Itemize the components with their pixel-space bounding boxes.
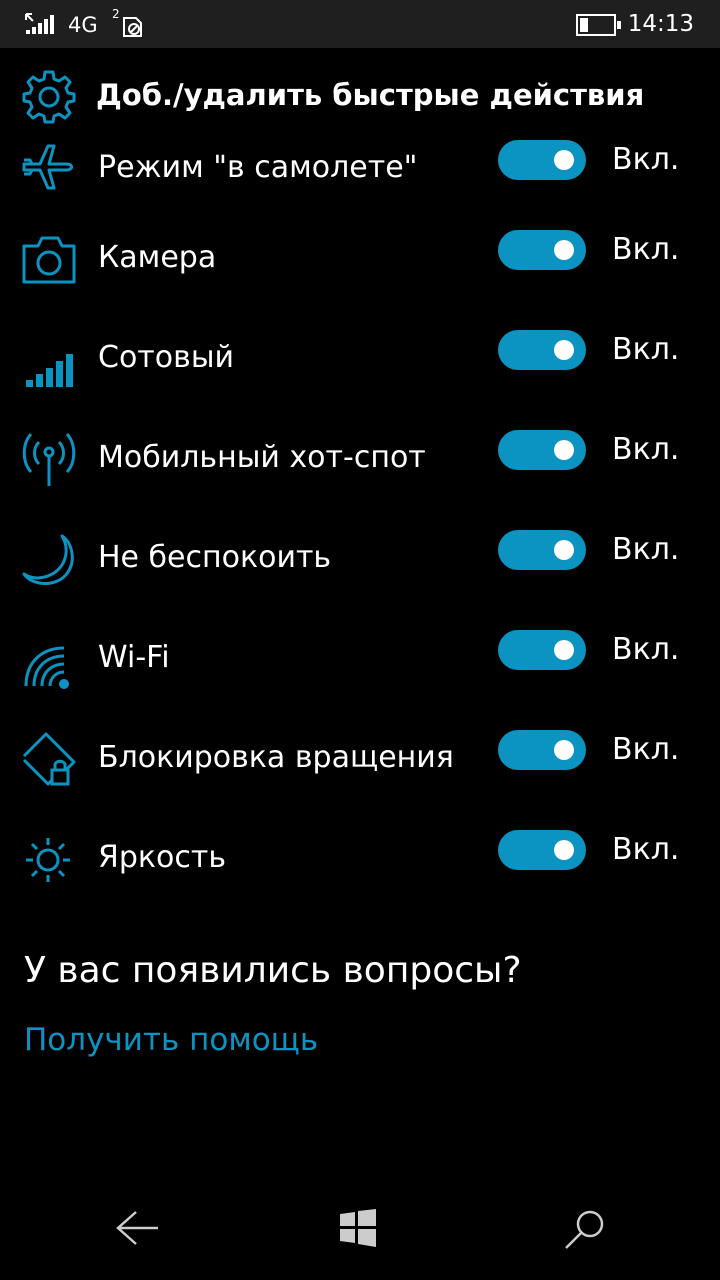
toggle-state-label: Вкл. [612,332,680,367]
quick-action-label: Режим "в самолете" [98,150,418,185]
toggle-knob [554,640,574,660]
do-not-disturb-toggle[interactable] [498,530,586,570]
toggle-state-label: Вкл. [612,142,680,177]
hotspot-toggle[interactable] [498,430,586,470]
hotspot-icon [22,430,78,486]
toggle-knob [554,440,574,460]
windows-start-icon[interactable] [338,1208,378,1252]
toggle-state-label: Вкл. [612,632,680,667]
airplane-icon [22,140,78,196]
gear-icon [22,70,76,128]
toggle-state-label: Вкл. [612,532,680,567]
quick-action-label: Не беспокоить [98,540,332,575]
quick-action-label: Блокировка вращения [98,740,454,775]
rotation-lock-icon [22,730,78,786]
toggle-knob [554,840,574,860]
quick-action-rotation-lock: Блокировка вращения Вкл. [0,730,720,830]
quick-action-airplane: Режим "в самолете" Вкл. [0,140,720,240]
toggle-knob [554,740,574,760]
brightness-icon [22,830,78,886]
camera-toggle[interactable] [498,230,586,270]
cellular-toggle[interactable] [498,330,586,370]
quick-action-label: Яркость [98,840,227,875]
quick-action-label: Wi-Fi [98,640,170,675]
toggle-state-label: Вкл. [612,232,680,267]
cellular-icon [22,348,78,404]
toggle-knob [554,240,574,260]
wifi-icon [22,644,78,700]
toggle-knob [554,540,574,560]
brightness-toggle[interactable] [498,830,586,870]
page-title: Доб./удалить быстрые действия [96,78,645,112]
search-icon[interactable] [562,1208,606,1256]
camera-icon [22,234,78,290]
quick-action-brightness: Яркость Вкл. [0,830,720,920]
quick-action-do-not-disturb: Не беспокоить Вкл. [0,530,720,630]
get-help-link[interactable]: Получить помощь [24,1022,318,1058]
quick-action-label: Мобильный хот-спот [98,440,426,475]
quick-action-label: Сотовый [98,340,234,375]
rotation-lock-toggle[interactable] [498,730,586,770]
quick-action-label: Камера [98,240,217,275]
toggle-state-label: Вкл. [612,432,680,467]
toggle-knob [554,340,574,360]
airplane-toggle[interactable] [498,140,586,180]
moon-icon [22,530,78,586]
quick-action-camera: Камера Вкл. [0,230,720,330]
navigation-bar [0,1180,720,1280]
toggle-state-label: Вкл. [612,732,680,767]
help-heading: У вас появились вопросы? [24,950,522,991]
back-arrow-icon[interactable] [114,1208,160,1252]
wifi-toggle[interactable] [498,630,586,670]
toggle-knob [554,150,574,170]
quick-action-cellular: Сотовый Вкл. [0,330,720,430]
page-header: Доб./удалить быстрые действия [0,48,720,140]
quick-action-wifi: Wi-Fi Вкл. [0,630,720,730]
toggle-state-label: Вкл. [612,832,680,867]
quick-action-hotspot: Мобильный хот-спот Вкл. [0,430,720,530]
